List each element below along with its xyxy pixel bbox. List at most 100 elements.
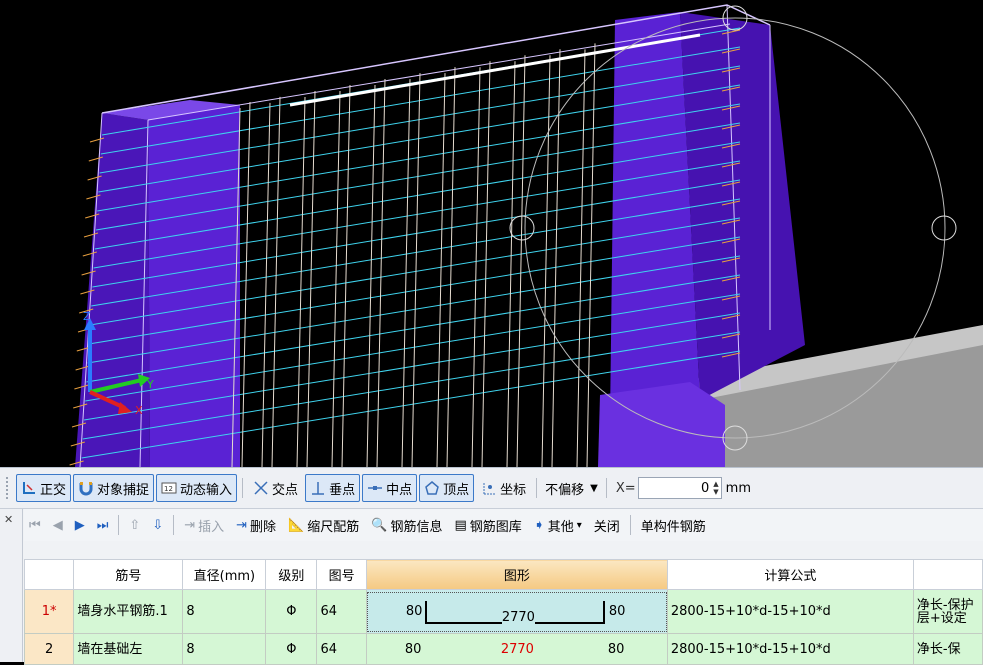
3d-viewport[interactable]: Z Y X <box>0 0 983 467</box>
rebar-info-label: 钢筋信息 <box>390 519 443 535</box>
dynamic-input-button[interactable]: 12 动态输入 <box>156 474 238 502</box>
toolbar-separator <box>173 515 175 535</box>
vertical-rebar[interactable] <box>411 73 421 467</box>
formula-cell[interactable]: 2800-15+10*d-15+10*d <box>666 589 914 634</box>
dynamic-input-label: 动态输入 <box>180 482 233 498</box>
delete-button[interactable]: ⇥ 删除 <box>231 511 281 539</box>
vertical-rebar[interactable] <box>446 67 456 467</box>
scale-rebar-button[interactable]: 📐 缩尺配筋 <box>283 511 364 539</box>
svg-text:X: X <box>135 404 143 417</box>
first-record-icon[interactable]: ⏮ <box>24 511 46 539</box>
magnet-icon <box>78 480 94 496</box>
chevron-down-icon: ▼ <box>590 482 598 494</box>
column-header[interactable] <box>912 559 983 590</box>
column-header[interactable]: 级别 <box>265 559 318 590</box>
toolbar-grip[interactable] <box>6 477 11 499</box>
diameter-cell[interactable]: 8 <box>182 633 267 665</box>
midpoint-snap-button[interactable]: 中点 <box>362 474 418 502</box>
table-row[interactable]: 2 墙在基础左 8 Φ 64 80 2770 80 2800-15+10*d-1… <box>23 633 983 665</box>
coordinate-icon <box>481 480 497 496</box>
note-cell[interactable]: 净长-保 <box>912 633 983 665</box>
toolbar-separator <box>242 478 244 498</box>
rebar-name-cell[interactable]: 墙身水平钢筋.1 <box>73 589 184 634</box>
shape-cell[interactable]: 80 2770 80 <box>365 589 668 634</box>
delete-label: 删除 <box>250 519 277 535</box>
snap-toolbar: 正交 对象捕捉 12 动态输入 交点 垂点 中点 顶点 坐标 不偏移 ▼ X= … <box>0 467 983 509</box>
vertical-rebar[interactable] <box>471 67 481 467</box>
vertical-rebar[interactable] <box>516 55 526 467</box>
move-up-icon[interactable]: ⇧ <box>124 511 145 539</box>
vertical-rebar[interactable] <box>506 61 516 467</box>
formula-cell[interactable]: 2800-15+10*d-15+10*d <box>666 633 914 665</box>
column-header[interactable]: 图形 <box>365 559 668 590</box>
last-record-icon[interactable]: ⏭ <box>92 511 114 539</box>
column-header[interactable]: 直径(mm) <box>182 559 267 590</box>
toolbar-separator <box>118 515 120 535</box>
insert-button[interactable]: ⇥ 插入 <box>179 511 229 539</box>
close-panel-icon[interactable]: ✕ <box>4 513 13 526</box>
note-cell[interactable]: 净长-保护层+设定 <box>912 589 983 634</box>
svg-text:Y: Y <box>146 378 154 391</box>
vertex-snap-button[interactable]: 顶点 <box>419 474 475 502</box>
vertical-rebar[interactable] <box>341 84 351 467</box>
insert-label: 插入 <box>198 519 225 535</box>
move-down-icon[interactable]: ⇩ <box>147 511 168 539</box>
library-icon: ▤ <box>454 517 467 533</box>
offset-select[interactable]: 不偏移 ▼ <box>542 477 601 499</box>
column-header[interactable]: 计算公式 <box>666 559 914 590</box>
vertex-label: 顶点 <box>443 482 470 498</box>
shape-cell[interactable]: 80 2770 80 <box>365 633 668 665</box>
vertical-rebar[interactable] <box>366 85 376 467</box>
rebar-shape-diagram: 80 2770 80 <box>367 635 666 664</box>
vertical-rebar[interactable] <box>331 90 341 467</box>
row-number-header <box>23 559 75 590</box>
vertical-rebar[interactable] <box>436 73 446 467</box>
vertical-rebar[interactable] <box>296 96 306 467</box>
single-member-rebar-button[interactable]: 单构件钢筋 <box>636 511 711 539</box>
grip-right[interactable] <box>931 215 957 241</box>
rebar-3d-view: Z Y X <box>69 4 983 467</box>
close-button[interactable]: 关闭 <box>589 511 625 539</box>
perpendicular-snap-button[interactable]: 垂点 <box>305 474 361 502</box>
previous-record-icon[interactable]: ◀ <box>48 511 68 539</box>
dynamic-input-icon: 12 <box>161 480 177 496</box>
x-coordinate-input[interactable]: 0 ▲ ▼ <box>637 477 722 499</box>
midpoint-label: 中点 <box>386 482 413 498</box>
coordinate-snap-button[interactable]: 坐标 <box>476 474 531 502</box>
vertical-rebar[interactable] <box>586 43 596 467</box>
object-snap-button[interactable]: 对象捕捉 <box>73 474 155 502</box>
rebar-library-button[interactable]: ▤ 钢筋图库 <box>449 511 526 539</box>
vertical-rebar[interactable] <box>481 61 491 467</box>
rebar-info-button[interactable]: 🔍 钢筋信息 <box>366 511 447 539</box>
perpendicular-icon <box>310 480 326 496</box>
shape-right-length: 80 <box>607 642 625 657</box>
shape-number-cell[interactable]: 64 <box>316 589 367 634</box>
column-header[interactable]: 图号 <box>316 559 367 590</box>
grade-cell[interactable]: Φ <box>265 589 318 634</box>
object-snap-label: 对象捕捉 <box>97 482 150 498</box>
midpoint-icon <box>367 480 383 496</box>
intersection-snap-button[interactable]: 交点 <box>248 474 303 502</box>
other-menu-button[interactable]: ➧ 其他 ▾ <box>529 511 587 539</box>
table-header-row: 筋号 直径(mm) 级别 图号 图形 计算公式 <box>23 559 983 590</box>
table-row[interactable]: 1* 墙身水平钢筋.1 8 Φ 64 80 2770 80 2800-15+10… <box>23 589 983 634</box>
vertical-rebar[interactable] <box>271 96 281 467</box>
row-index[interactable]: 1* <box>23 589 75 634</box>
grade-cell[interactable]: Φ <box>265 633 318 665</box>
vertical-rebar[interactable] <box>551 49 561 467</box>
vertical-rebar[interactable] <box>261 102 271 467</box>
toolbar-separator <box>536 478 538 498</box>
column-header[interactable]: 筋号 <box>73 559 184 590</box>
unit-label: mm <box>725 480 751 496</box>
spinner-icon[interactable]: ▲ ▼ <box>713 480 718 496</box>
ortho-button[interactable]: 正交 <box>16 474 72 502</box>
vertex-icon <box>424 480 440 496</box>
chevron-down-icon: ▾ <box>576 519 582 531</box>
rebar-name-cell[interactable]: 墙在基础左 <box>73 633 184 665</box>
row-index[interactable]: 2 <box>23 633 75 665</box>
intersection-label: 交点 <box>272 482 299 498</box>
vertical-rebar[interactable] <box>306 90 316 467</box>
next-record-icon[interactable]: ▶ <box>70 511 90 539</box>
diameter-cell[interactable]: 8 <box>182 589 267 634</box>
shape-number-cell[interactable]: 64 <box>316 633 367 665</box>
